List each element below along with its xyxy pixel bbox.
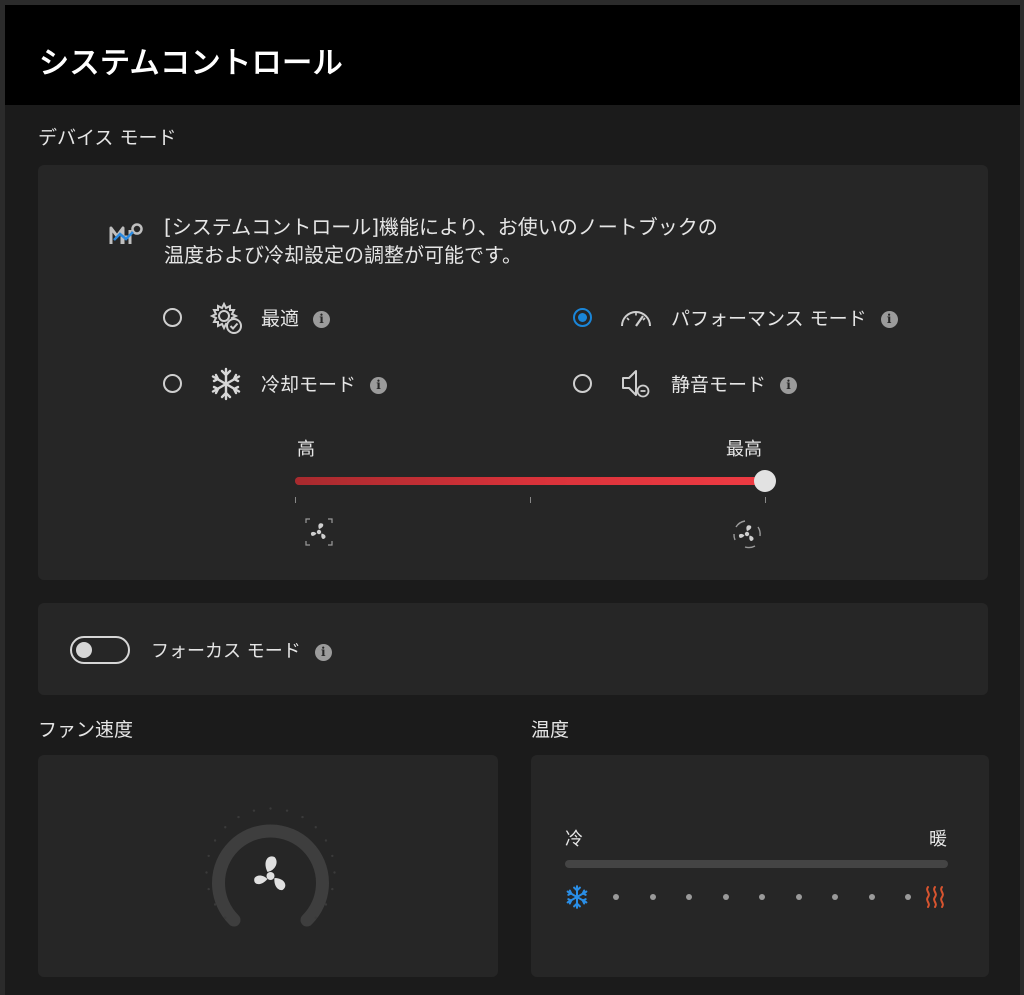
performance-slider-thumb[interactable] — [754, 470, 776, 492]
title-bar: システムコントロール — [5, 5, 1020, 105]
radio-cooling[interactable] — [163, 374, 182, 393]
temperature-dot — [686, 894, 692, 900]
gauge-tick — [324, 903, 328, 906]
system-control-logo-icon — [109, 223, 143, 244]
temperature-dot — [868, 894, 875, 900]
slider-min-label: 高 — [297, 439, 315, 460]
temperature-dot — [613, 894, 619, 900]
temperature-card: 冷 暖 — [531, 755, 989, 977]
gauge-tick — [207, 854, 210, 858]
gauge-tick — [205, 871, 208, 874]
gauge-tick — [301, 815, 304, 819]
temperature-cold-label: 冷 — [565, 829, 583, 850]
temperature-dot — [649, 894, 656, 900]
device-mode-description: [システムコントロール]機能により、お使いのノートブックの 温度および冷却設定の… — [164, 213, 718, 269]
info-icon[interactable]: i — [314, 643, 332, 661]
info-icon[interactable]: i — [780, 377, 798, 394]
fan-max-icon — [733, 520, 761, 549]
radio-quiet[interactable] — [573, 374, 592, 393]
heat-waves-icon — [926, 886, 944, 908]
fan-icon — [254, 856, 286, 891]
fan-speed-card — [38, 755, 498, 977]
focus-mode-toggle-knob — [76, 642, 92, 658]
device-mode-section-label: デバイス モード — [38, 127, 177, 149]
mode-option-cooling[interactable]: 冷却モード i — [163, 367, 423, 402]
fan-low-icon — [305, 518, 333, 546]
snowflake-icon — [211, 367, 241, 401]
gauge-tick — [314, 916, 317, 919]
snowflake-icon — [566, 885, 588, 909]
info-icon[interactable]: i — [370, 377, 388, 394]
gauge-tick — [331, 887, 334, 891]
mode-label-cooling: 冷却モード i — [261, 370, 388, 397]
mode-option-optimal[interactable]: 最適 i — [163, 301, 423, 336]
temperature-dot — [905, 894, 911, 900]
gauge-tick — [224, 916, 227, 919]
gauge-tick — [213, 903, 217, 906]
app-window: システムコントロール デバイス モード [システムコントロール]機能により、お使… — [5, 5, 1020, 995]
gauge-tick — [324, 839, 328, 842]
mode-option-performance[interactable]: パフォーマンス モード i — [573, 302, 898, 336]
slider-tick — [295, 497, 296, 503]
gauge-tick — [237, 815, 240, 819]
info-icon[interactable]: i — [880, 311, 898, 328]
device-mode-card: [システムコントロール]機能により、お使いのノートブックの 温度および冷却設定の… — [38, 165, 988, 580]
fan-speed-gauge — [205, 807, 336, 927]
temperature-warm-label: 暖 — [929, 829, 947, 850]
gauge-tick — [285, 809, 289, 812]
radio-performance[interactable] — [573, 308, 592, 327]
description-line-1: [システムコントロール]機能により、お使いのノートブックの — [164, 215, 718, 239]
gauge-tick — [252, 809, 256, 812]
radio-optimal[interactable] — [163, 308, 182, 327]
temperature-dot — [722, 894, 729, 900]
mode-label-performance: パフォーマンス モード i — [671, 304, 898, 331]
speaker-quiet-icon — [622, 370, 650, 398]
fan-speed-section-label: ファン速度 — [38, 719, 134, 741]
mode-option-quiet[interactable]: 静音モード i — [573, 368, 893, 402]
info-icon[interactable]: i — [313, 311, 331, 328]
slider-tick — [530, 497, 531, 503]
gauge-tick — [333, 871, 336, 874]
app-title: システムコントロール — [39, 46, 344, 81]
gauge-tick — [213, 839, 217, 842]
mode-label-optimal: 最適 i — [261, 304, 331, 331]
gauge-tick — [207, 887, 210, 891]
performance-slider-track[interactable] — [295, 470, 776, 492]
gauge-tick — [314, 826, 317, 829]
temperature-section-label: 温度 — [531, 719, 570, 741]
slider-max-label: 最高 — [726, 439, 762, 460]
focus-mode-label: フォーカス モード i — [151, 637, 332, 663]
focus-mode-card: フォーカス モード i — [38, 603, 988, 695]
focus-mode-toggle[interactable] — [70, 636, 130, 664]
temperature-dot — [832, 894, 838, 900]
performance-slider-fill — [295, 477, 765, 485]
temperature-dot — [759, 894, 765, 900]
mode-label-quiet: 静音モード i — [671, 370, 798, 397]
slider-tick — [765, 497, 766, 503]
gauge-tick — [269, 807, 272, 810]
speedometer-icon — [621, 311, 651, 327]
temperature-bar — [565, 860, 948, 868]
gauge-tick — [224, 826, 227, 829]
gear-check-icon — [209, 301, 242, 334]
description-line-2: 温度および冷却設定の調整が可能です。 — [164, 243, 522, 267]
gauge-tick — [331, 854, 334, 858]
temperature-dot — [795, 894, 802, 900]
